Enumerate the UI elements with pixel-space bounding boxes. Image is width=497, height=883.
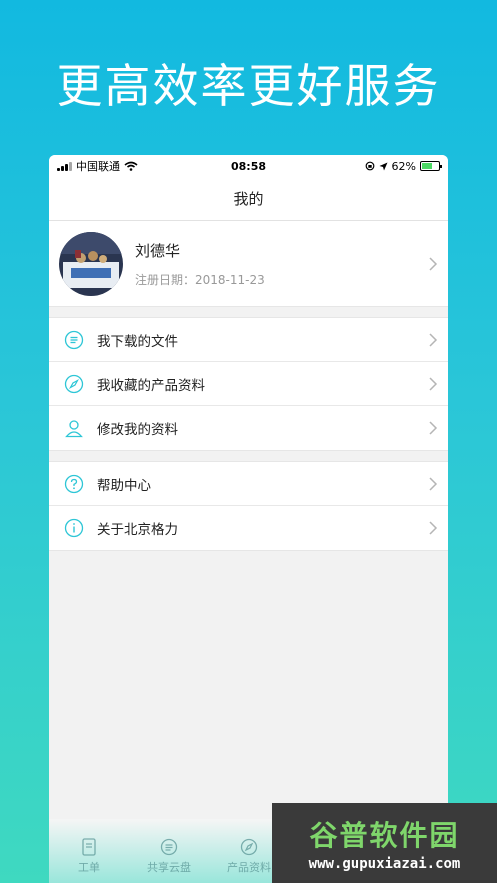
profile-name: 刘德华 bbox=[135, 241, 181, 260]
menu-item-about[interactable]: 关于北京格力 bbox=[49, 506, 448, 550]
page-title: 我的 bbox=[233, 190, 264, 208]
menu-group-personal: 我下载的文件 我收藏的产品资料 修改我的资料 bbox=[49, 317, 448, 451]
compass-icon bbox=[240, 838, 258, 856]
watermark-logo: 谷普软件园 www.gupuxiazai.com bbox=[272, 803, 497, 883]
menu-item-label: 我收藏的产品资料 bbox=[97, 377, 205, 394]
chevron-right-icon bbox=[429, 421, 438, 435]
chevron-right-icon bbox=[429, 521, 438, 535]
document-icon bbox=[82, 838, 96, 856]
status-bar: 中国联通 08:58 62% bbox=[49, 155, 448, 177]
chevron-right-icon bbox=[429, 332, 438, 347]
menu-item-label: 我下载的文件 bbox=[97, 333, 178, 350]
file-list-icon bbox=[63, 329, 85, 351]
menu-item-help[interactable]: 帮助中心 bbox=[49, 462, 448, 506]
tab-work-orders[interactable]: 工单 bbox=[49, 838, 129, 875]
tab-shared-drive[interactable]: 共享云盘 bbox=[129, 838, 209, 875]
menu-item-favorites[interactable]: 我收藏的产品资料 bbox=[49, 362, 448, 406]
user-icon bbox=[63, 417, 85, 439]
help-icon bbox=[63, 473, 85, 495]
battery-icon bbox=[420, 161, 442, 171]
menu-group-support: 帮助中心 关于北京格力 bbox=[49, 461, 448, 551]
status-time: 08:58 bbox=[230, 159, 266, 173]
phone-screen: 中国联通 08:58 62% 我的 刘德华 注册日期：2018-11-23 我下… bbox=[49, 155, 448, 883]
menu-item-downloads[interactable]: 我下载的文件 bbox=[49, 318, 448, 362]
watermark-title: 谷普软件园 bbox=[309, 819, 460, 852]
menu-item-edit-profile[interactable]: 修改我的资料 bbox=[49, 406, 448, 450]
tab-label: 产品资料 bbox=[227, 861, 271, 874]
info-icon bbox=[63, 517, 85, 539]
menu-item-label: 帮助中心 bbox=[97, 477, 151, 494]
watermark-url: www.gupuxiazai.com bbox=[308, 856, 461, 872]
chevron-right-icon bbox=[429, 256, 438, 271]
menu-item-label: 修改我的资料 bbox=[97, 422, 178, 438]
tab-label: 工单 bbox=[78, 861, 100, 874]
list-circle-icon bbox=[160, 838, 178, 856]
tab-label: 共享云盘 bbox=[147, 861, 191, 874]
avatar bbox=[59, 231, 123, 296]
compass-icon bbox=[63, 373, 85, 395]
profile-card[interactable]: 刘德华 注册日期：2018-11-23 bbox=[49, 221, 448, 307]
promo-headline: 更高效率更好服务 bbox=[56, 59, 441, 113]
nav-bar: 我的 bbox=[49, 177, 448, 221]
chevron-right-icon bbox=[429, 376, 438, 391]
chevron-right-icon bbox=[429, 476, 438, 491]
profile-register-date: 注册日期：2018-11-23 bbox=[135, 272, 265, 287]
menu-item-label: 关于北京格力 bbox=[97, 522, 178, 538]
